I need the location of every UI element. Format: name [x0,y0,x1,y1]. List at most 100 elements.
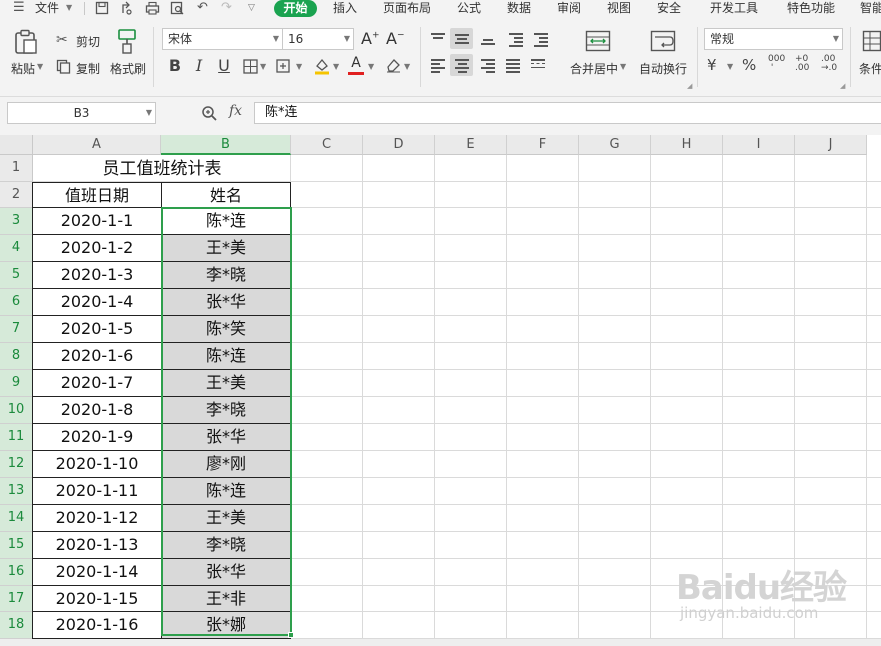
name-cell[interactable]: 张*华 [162,289,291,316]
conditional-format-icon[interactable] [862,30,881,55]
name-cell[interactable]: 王*非 [162,586,291,612]
row-header[interactable]: 10 [0,397,33,424]
name-cell[interactable]: 王*美 [162,235,291,262]
formula-input[interactable]: 陈*连 [254,102,881,124]
decrease-decimal-icon[interactable]: .00 →.0 [821,55,837,73]
tab-insert[interactable]: 插入 [333,0,357,17]
row-header[interactable]: 17 [0,586,33,612]
horizontal-scrollbar[interactable] [0,639,881,646]
name-cell[interactable]: 王*美 [162,370,291,397]
row-header[interactable]: 6 [0,289,33,316]
row-header[interactable]: 11 [0,424,33,451]
name-cell[interactable]: 张*华 [162,424,291,451]
date-cell[interactable]: 2020-1-16 [32,612,162,639]
zoom-magnifier-icon[interactable] [201,105,217,124]
date-cell[interactable]: 2020-1-2 [32,235,162,262]
name-box[interactable]: B3 ▼ [7,102,156,124]
clear-format-icon[interactable] [385,57,402,76]
wrap-text-icon[interactable] [650,30,676,55]
row-header[interactable]: 18 [0,612,33,639]
name-cell[interactable]: 王*美 [162,505,291,532]
file-menu[interactable]: 文件 [35,0,59,17]
row-header[interactable]: 5 [0,262,33,289]
name-cell[interactable]: 陈*连 [162,208,291,235]
row-header[interactable]: 16 [0,559,33,586]
fill-color-icon[interactable] [313,57,331,78]
merge-center-button[interactable]: 合并居中 [570,60,618,77]
tab-security[interactable]: 安全 [657,0,681,17]
align-center-icon[interactable] [455,59,469,75]
justify-icon[interactable] [506,59,520,75]
tab-data[interactable]: 数据 [507,0,531,17]
insert-function-button[interactable]: fx [229,103,242,119]
header-cell-name[interactable]: 姓名 [162,182,291,208]
distribute-icon[interactable] [531,59,545,71]
decrease-indent-icon[interactable] [509,33,523,49]
align-bottom-icon[interactable] [481,39,495,47]
format-painter-icon[interactable] [116,28,138,57]
column-header-j[interactable]: J [795,135,867,155]
format-painter-button[interactable]: 格式刷 [110,60,146,77]
column-header-f[interactable]: F [507,135,579,155]
currency-icon[interactable]: ¥ [707,56,717,74]
font-name-select[interactable]: 宋体 ▼ [162,28,283,50]
date-cell[interactable]: 2020-1-13 [32,532,162,559]
date-cell[interactable]: 2020-1-8 [32,397,162,424]
row-header[interactable]: 13 [0,478,33,505]
name-cell[interactable]: 张*华 [162,559,291,586]
align-right-icon[interactable] [481,59,495,75]
select-all-corner[interactable] [0,135,33,155]
paste-chevron-icon[interactable]: ▼ [37,62,43,71]
column-header-e[interactable]: E [435,135,507,155]
fill-style-icon[interactable] [276,59,293,77]
chevron-down-icon[interactable]: ▼ [333,62,339,71]
date-cell[interactable]: 2020-1-6 [32,343,162,370]
copy-icon[interactable] [56,59,71,77]
scissors-icon[interactable]: ✂ [56,32,68,48]
name-cell[interactable]: 陈*连 [162,343,291,370]
chevron-down-icon[interactable]: ▼ [727,62,733,71]
date-cell[interactable]: 2020-1-1 [32,208,162,235]
column-header-h[interactable]: H [651,135,723,155]
row-header[interactable]: 2 [0,182,33,208]
bold-icon[interactable]: B [165,57,185,75]
paste-icon[interactable] [14,29,38,58]
name-cell[interactable]: 李*晓 [162,532,291,559]
save-icon[interactable] [95,0,109,17]
row-header[interactable]: 7 [0,316,33,343]
tab-view[interactable]: 视图 [607,0,631,17]
column-header-a[interactable]: A [33,135,161,155]
hamburger-menu-icon[interactable]: ☰ [13,0,25,17]
chevron-down-icon[interactable]: ▼ [260,62,266,71]
tab-special-features[interactable]: 特色功能 [787,0,835,17]
date-cell[interactable]: 2020-1-12 [32,505,162,532]
row-header[interactable]: 14 [0,505,33,532]
percent-icon[interactable]: % [742,56,756,74]
column-header-g[interactable]: G [579,135,651,155]
align-top-icon[interactable] [431,33,445,45]
tab-page-layout[interactable]: 页面布局 [383,0,431,17]
tab-formulas[interactable]: 公式 [457,0,481,17]
paste-button[interactable]: 粘贴 [11,60,35,77]
name-cell[interactable]: 李*晓 [162,397,291,424]
number-dialog-launcher-icon[interactable]: ◢ [840,82,845,90]
row-header[interactable]: 3 [0,208,33,235]
table-title[interactable]: 员工值班统计表 [33,156,291,182]
thousands-separator-icon[interactable]: 000 ' [768,55,785,73]
date-cell[interactable]: 2020-1-14 [32,559,162,586]
italic-icon[interactable]: I [189,57,209,75]
date-cell[interactable]: 2020-1-11 [32,478,162,505]
quick-access-chevron-icon[interactable]: ▽ [248,0,255,17]
increase-indent-icon[interactable] [534,33,548,49]
tab-developer[interactable]: 开发工具 [710,0,758,17]
column-header-d[interactable]: D [363,135,435,155]
date-cell[interactable]: 2020-1-5 [32,316,162,343]
tab-smart[interactable]: 智能 [860,0,881,17]
increase-decimal-icon[interactable]: +0.00 [795,55,809,73]
merge-center-icon[interactable] [585,30,611,55]
row-header[interactable]: 9 [0,370,33,397]
merge-chevron-icon[interactable]: ▼ [620,62,626,71]
export-icon[interactable] [120,0,134,17]
underline-icon[interactable]: U [214,57,234,75]
chevron-down-icon[interactable]: ▼ [368,62,374,71]
